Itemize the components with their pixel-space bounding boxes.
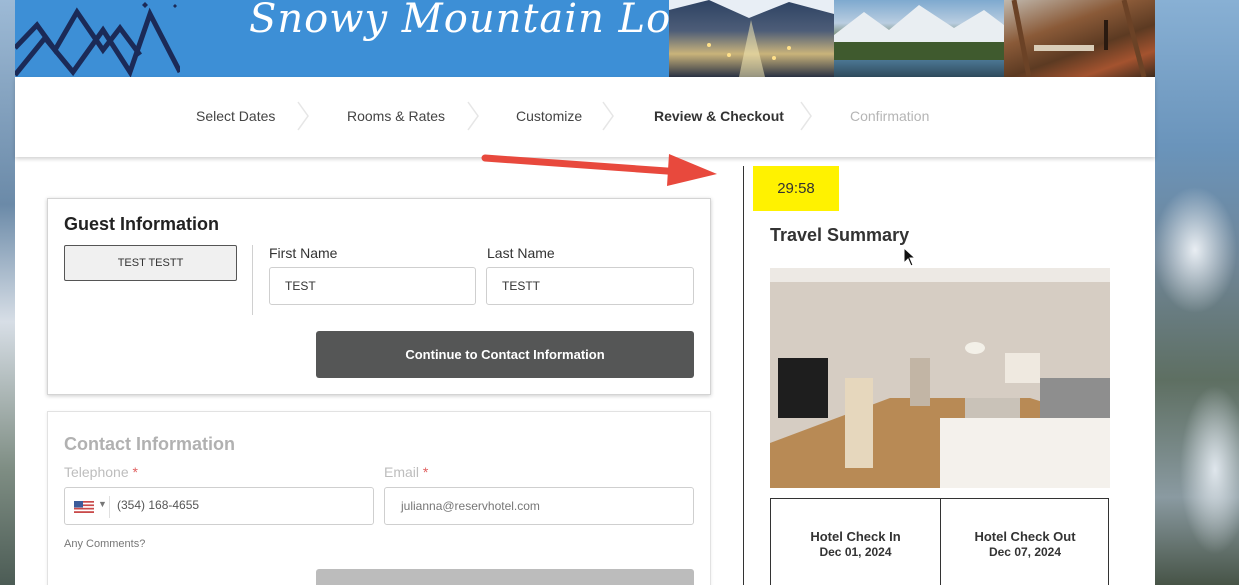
travel-summary-title: Travel Summary — [770, 225, 910, 245]
background-scenery-left — [0, 0, 15, 585]
check-in-label: Hotel Check In — [810, 529, 901, 544]
session-timer: 29:58 — [753, 166, 839, 211]
annotation-arrow-icon — [481, 154, 717, 186]
email-label-text: Email — [384, 464, 420, 480]
last-name-field[interactable]: TESTT — [486, 267, 694, 305]
check-out-date: Dec 07, 2024 — [988, 545, 1062, 559]
first-name-label: First Name — [269, 245, 338, 261]
guest-information-card: Guest Information TEST TESTT First Name … — [47, 198, 711, 395]
chevron-right-icon — [602, 101, 614, 131]
last-name-label: Last Name — [487, 245, 555, 261]
required-mark: * — [422, 464, 429, 480]
check-in-cell: Hotel Check In Dec 01, 2024 — [771, 499, 940, 585]
deck-dining-photo — [1004, 0, 1155, 77]
email-label: Email * — [384, 464, 428, 480]
checkout-steps-nav: Select Dates Rooms & Rates Customize Rev… — [15, 77, 1155, 157]
chevron-right-icon — [800, 101, 812, 131]
mountain-lake-photo — [834, 0, 1004, 77]
background-scenery-right — [1155, 0, 1239, 585]
hotel-room-photo — [770, 268, 1110, 488]
telephone-value: (354) 168-4655 — [117, 498, 200, 512]
page-container: Snowy Mountain Lodge Select Dates Rooms … — [15, 0, 1155, 585]
us-flag-icon — [74, 501, 94, 513]
check-in-date: Dec 01, 2024 — [819, 545, 892, 559]
check-out-label: Hotel Check Out — [974, 529, 1076, 544]
contact-information-card: Contact Information Telephone * ▼ (354) … — [47, 411, 711, 585]
check-in-out-table: Hotel Check In Dec 01, 2024 Hotel Check … — [770, 498, 1109, 585]
step-customize[interactable]: Customize — [516, 108, 582, 124]
step-confirmation: Confirmation — [850, 108, 930, 124]
email-field[interactable]: julianna@reservhotel.com — [384, 487, 694, 525]
contact-information-title: Contact Information — [64, 434, 235, 454]
sidebar-divider — [743, 166, 744, 585]
phone-separator — [109, 496, 110, 518]
contact-continue-button[interactable] — [316, 569, 694, 585]
telephone-field[interactable]: ▼ (354) 168-4655 — [64, 487, 374, 525]
chevron-right-icon — [297, 101, 309, 131]
site-header: Snowy Mountain Lodge — [15, 0, 1155, 77]
mouse-cursor-icon — [903, 247, 915, 267]
town-night-photo — [669, 0, 834, 77]
telephone-label-text: Telephone — [64, 464, 129, 480]
required-mark: * — [132, 464, 138, 480]
chevron-down-icon[interactable]: ▼ — [98, 499, 107, 509]
guest-information-title: Guest Information — [64, 214, 220, 234]
continue-to-contact-button[interactable]: Continue to Contact Information — [316, 331, 694, 378]
first-name-field[interactable]: TEST — [269, 267, 476, 305]
mountain-logo-icon — [15, 2, 180, 77]
telephone-label: Telephone * — [64, 464, 138, 480]
step-review-checkout[interactable]: Review & Checkout — [654, 108, 784, 124]
step-select-dates[interactable]: Select Dates — [196, 108, 275, 124]
comments-label: Any Comments? — [64, 538, 146, 550]
guest-divider — [252, 245, 253, 315]
chevron-right-icon — [467, 101, 479, 131]
step-rooms-rates[interactable]: Rooms & Rates — [347, 108, 445, 124]
check-out-cell: Hotel Check Out Dec 07, 2024 — [940, 499, 1109, 585]
guest-selector-button[interactable]: TEST TESTT — [64, 245, 237, 281]
